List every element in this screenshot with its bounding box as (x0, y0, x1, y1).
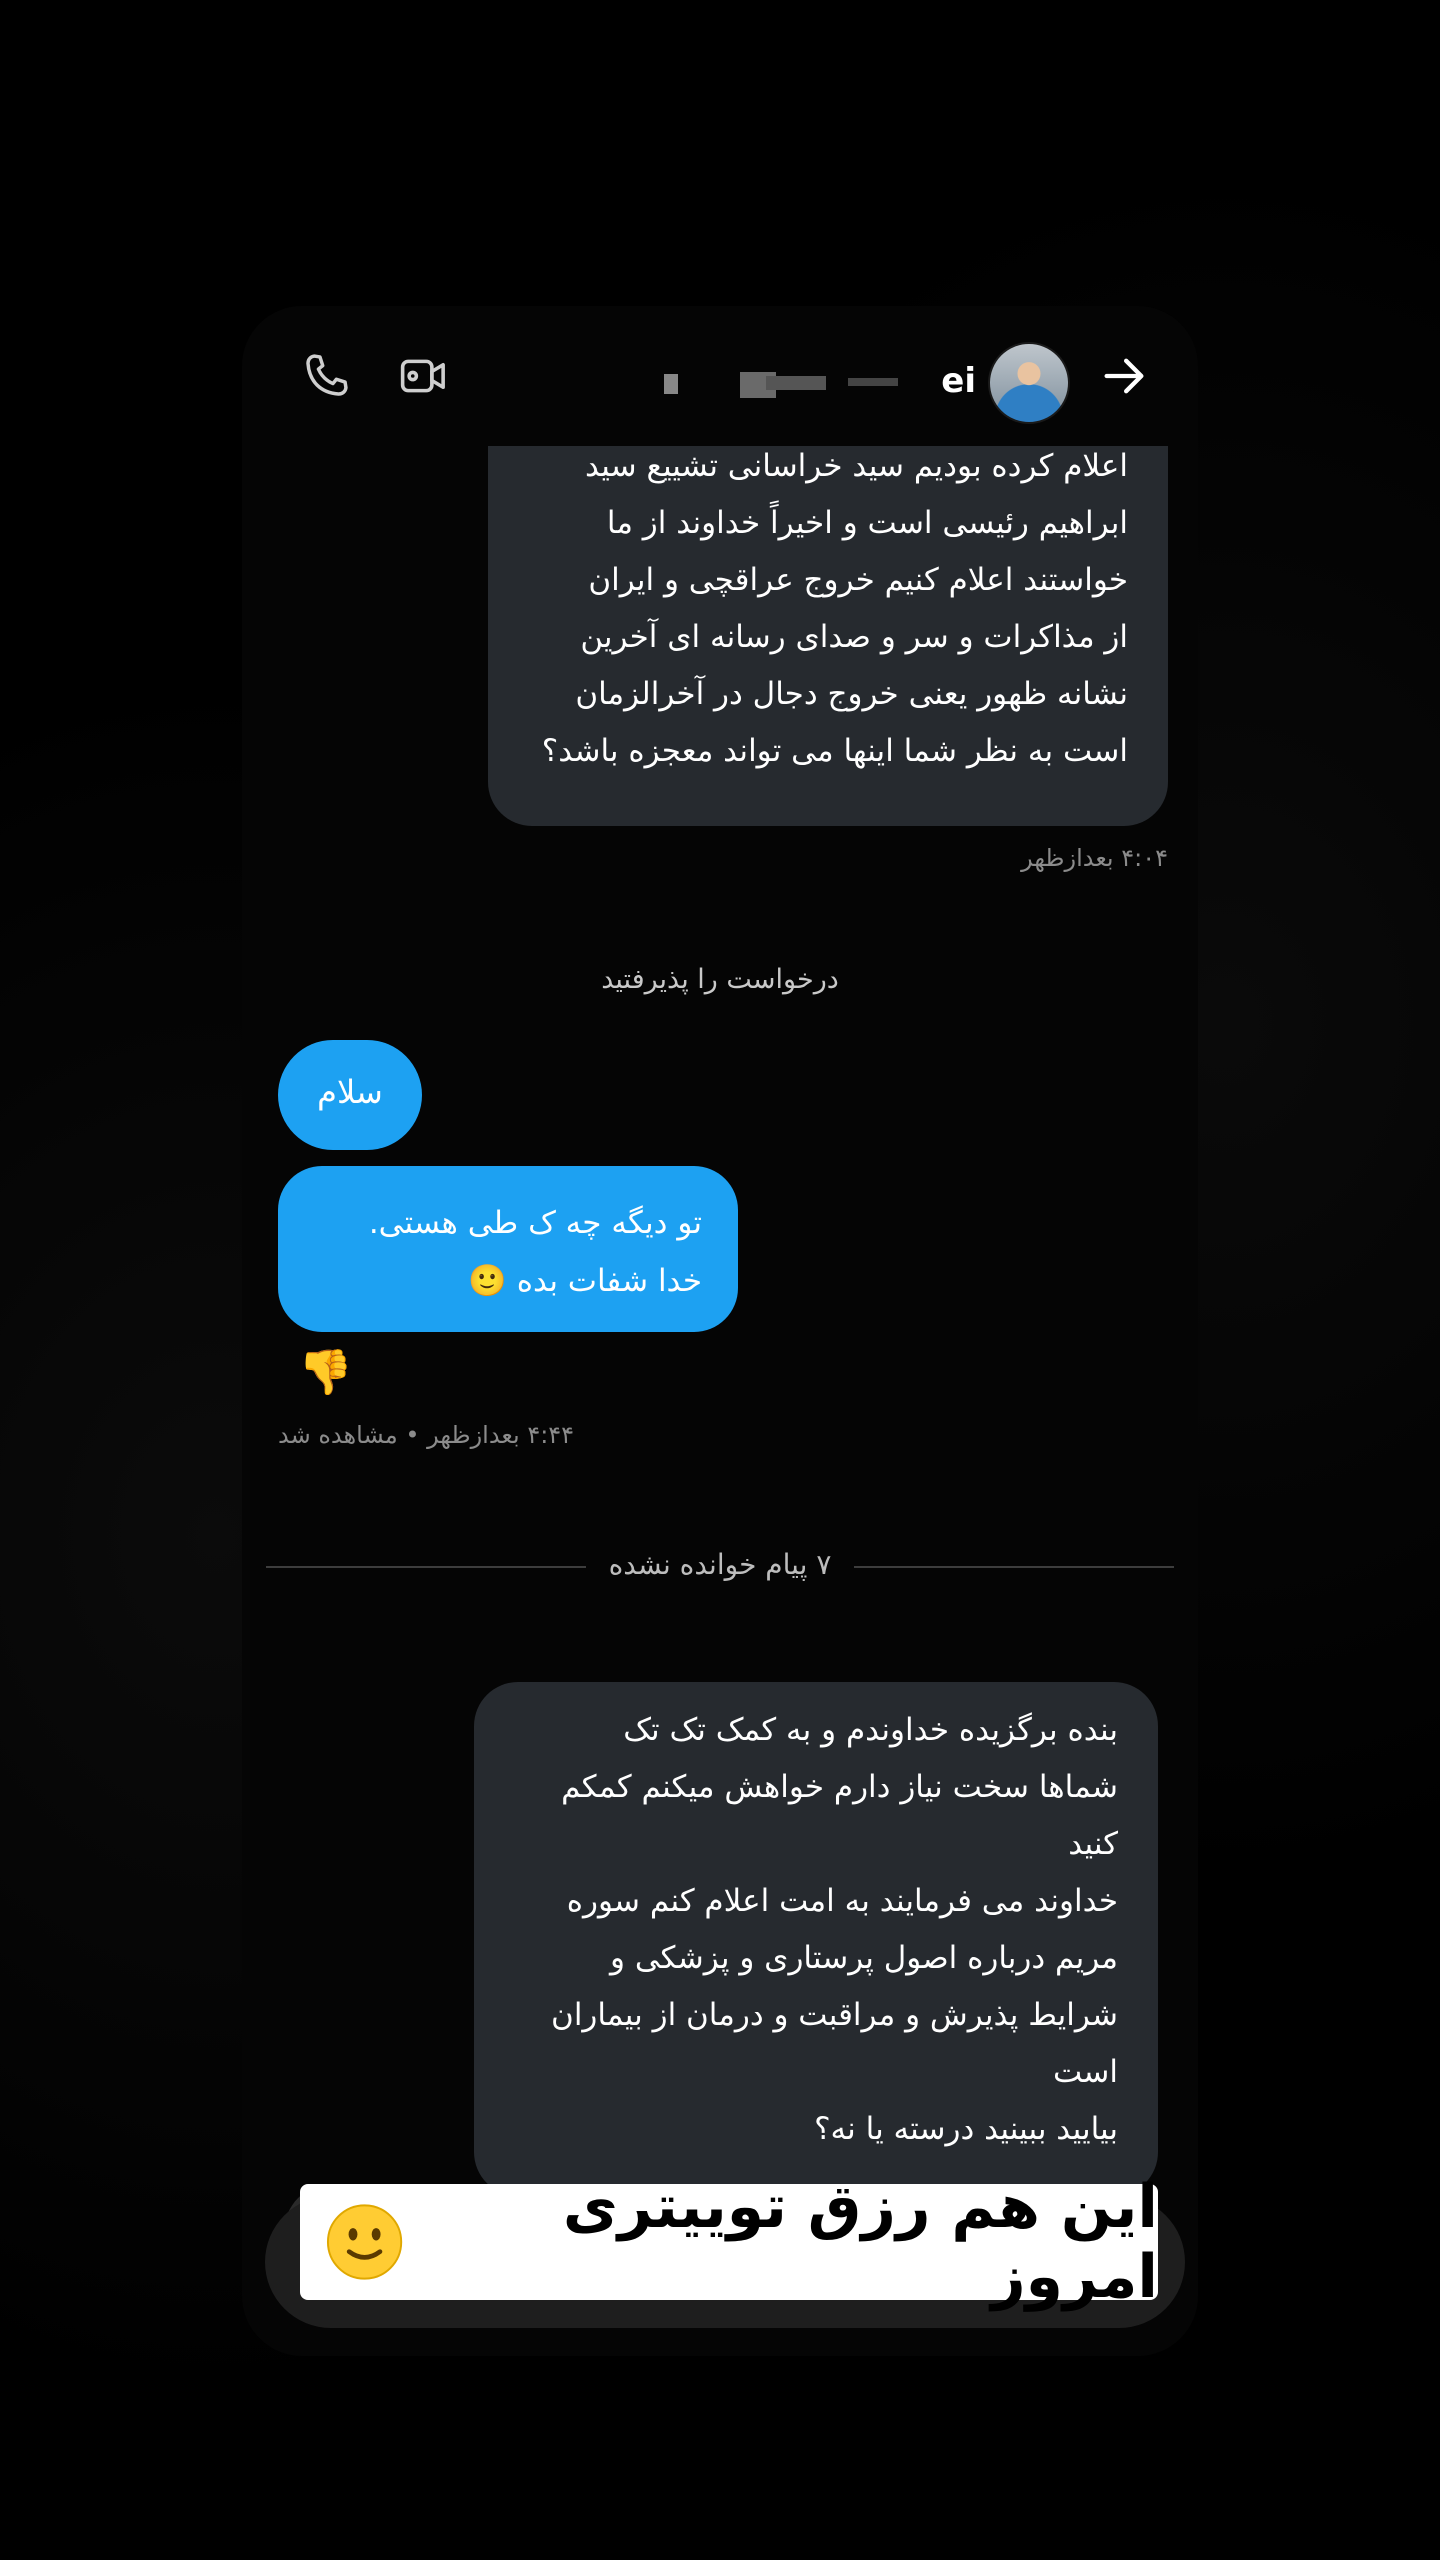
message-timestamp: ۴:۰۴ بعدازظهر (1021, 844, 1168, 872)
video-camera-icon[interactable] (392, 344, 456, 408)
incoming-message[interactable]: اعلام کرده بودیم سید خراسانی تشییع سید ا… (488, 446, 1168, 826)
unread-count-label: ۷ پیام خوانده نشده (608, 1548, 832, 1581)
outgoing-message[interactable]: تو دیگه چه ک طی هستی. خدا شفات بده 🙂 (278, 1166, 738, 1332)
incoming-message[interactable]: بنده برگزیده خداوندم و به کمک تک تک شماه… (474, 1682, 1158, 2196)
redaction-mark (848, 378, 898, 386)
redaction-mark (766, 376, 826, 390)
redaction-mark (664, 374, 678, 394)
username-text: ei (941, 361, 976, 401)
slightly-smiling-face-icon (326, 2204, 403, 2280)
message-thread[interactable]: اعلام کرده بودیم سید خراسانی تشییع سید ا… (242, 446, 1198, 2356)
phone-icon[interactable] (294, 344, 358, 408)
thumbs-down-reaction[interactable]: 👎 (298, 1346, 353, 1400)
outgoing-message[interactable]: سلام (278, 1040, 422, 1150)
request-accepted-notice: درخواست را پذیرفتید (601, 964, 839, 995)
chat-username[interactable]: ei (646, 356, 976, 406)
arrow-right-icon[interactable] (1092, 344, 1156, 408)
chat-screen: ei اعلام کرده بودیم سید خراسانی تشییع سی… (242, 306, 1198, 2356)
unread-divider: ۷ پیام خوانده نشده (266, 1546, 1174, 1586)
chat-header: ei (242, 306, 1198, 446)
caption-text: این هم رزق توییتری امروز (562, 2172, 1158, 2312)
caption-overlay: این هم رزق توییتری امروز (300, 2172, 1158, 2312)
message-status: ۴:۴۴ بعدازظهر • مشاهده شد (278, 1421, 575, 1449)
avatar[interactable] (988, 342, 1070, 424)
